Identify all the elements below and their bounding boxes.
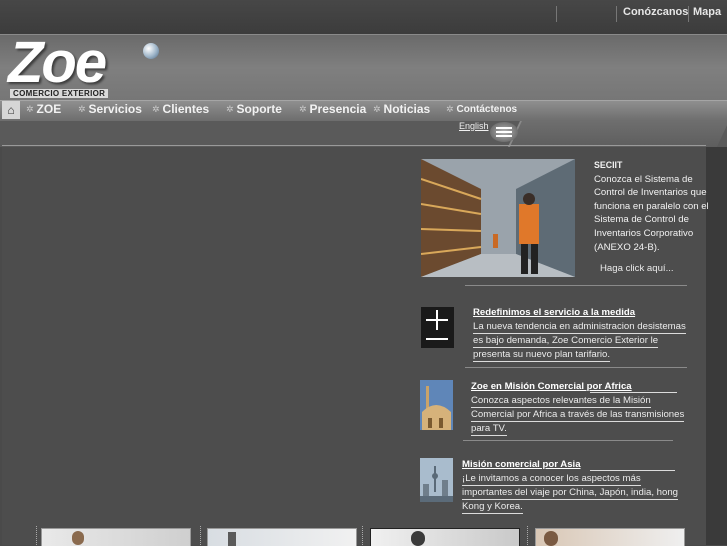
nav-item-presencia[interactable]: ✲ Presencia: [299, 102, 366, 116]
language-link-english[interactable]: English: [459, 121, 489, 131]
nav-label: Contáctenos: [456, 104, 518, 115]
flag-icon[interactable]: [490, 122, 518, 142]
thumbnail-2[interactable]: [207, 528, 357, 546]
nav-label: Presencia: [309, 102, 367, 116]
news-body: ¡Le invitamos a conocer los aspectos más…: [462, 472, 702, 514]
news-title[interactable]: Redefinimos el servicio a la medida: [473, 307, 635, 318]
news-line: es bajo demanda, Zoe Comercio Exterior l…: [473, 334, 659, 348]
mosque-photo[interactable]: [420, 380, 453, 430]
thumb-divider: [527, 526, 529, 545]
divider: [465, 367, 687, 368]
top-separator: [616, 6, 617, 22]
main-nav: ⌂ ✲ ZOE ✲ Servicios ✲ Clientes ✲ Soporte ✲ Pr…: [0, 100, 727, 122]
divider: [465, 285, 687, 286]
nav-label: Noticias: [383, 102, 431, 116]
star-icon: ✲: [226, 103, 234, 114]
top-separator: [688, 6, 689, 22]
nav-label: Soporte: [236, 102, 282, 116]
warehouse-image: [421, 159, 575, 277]
nav-label: Servicios: [88, 102, 142, 116]
promo-line: Conozca el Sistema de: [594, 173, 693, 185]
top-bar: Conózcanos Mapa: [0, 0, 727, 34]
news-line: Kong y Korea.: [462, 500, 523, 514]
top-separator: [556, 6, 557, 22]
nav-item-noticias[interactable]: ✲ Noticias: [373, 102, 430, 116]
news-line: presenta su nuevo plan tarifario.: [473, 348, 611, 362]
divider: [463, 440, 673, 441]
star-icon: ✲: [152, 103, 160, 114]
promo-heading: SECIIT: [594, 160, 623, 170]
news-body: Conozca aspectos relevantes de la Misión…: [462, 394, 702, 436]
promo-line: (ANEXO 24-B).: [594, 241, 660, 253]
logo-word: Zoe: [8, 30, 107, 95]
title-underline: [590, 392, 677, 393]
plus-minus-icon[interactable]: [421, 307, 454, 348]
star-icon: ✲: [446, 104, 454, 114]
news-body: La nueva tendencia en administracion des…: [464, 320, 694, 362]
nav-item-zoe[interactable]: ✲ ZOE: [26, 102, 61, 116]
star-icon: ✲: [26, 103, 34, 114]
nav-item-soporte[interactable]: ✲ Soporte: [226, 102, 282, 116]
news-title[interactable]: Misión comercial por Asia: [462, 459, 581, 470]
thumb-divider: [200, 526, 202, 545]
promo-line: Inventarios Corporativo: [594, 227, 694, 239]
top-link-conozcanos[interactable]: Conózcanos: [623, 6, 688, 18]
promo-more-link[interactable]: Haga click aquí...: [600, 263, 674, 274]
thumbnail-3[interactable]: [370, 528, 520, 546]
news-line: para TV.: [471, 422, 507, 436]
thumb-divider: [36, 526, 38, 545]
zoe-logo[interactable]: Zoe COMERCIO EXTERIOR: [8, 30, 168, 99]
news-line: La nueva tendencia en administracion des…: [473, 321, 686, 334]
skyline-photo[interactable]: [420, 458, 453, 502]
home-icon[interactable]: ⌂: [2, 101, 20, 119]
promo-line: funciona en paralelo con el: [594, 200, 709, 212]
warehouse-photo[interactable]: [421, 159, 575, 277]
news-line: importantes del viaje por China, Japón, …: [462, 486, 678, 500]
thumbnail-4[interactable]: [535, 528, 685, 546]
band-tab: [507, 121, 727, 147]
nav-item-servicios[interactable]: ✲ Servicios: [78, 102, 142, 116]
promo-line: Control de Inventarios que: [594, 187, 707, 199]
star-icon: ✲: [373, 103, 381, 114]
logo-subtitle: COMERCIO EXTERIOR: [10, 89, 109, 98]
nav-item-clientes[interactable]: ✲ Clientes: [152, 102, 209, 116]
star-icon: ✲: [78, 103, 86, 114]
news-line: Comercial por Africa a través de las tra…: [471, 408, 685, 422]
thumbnail-1[interactable]: [41, 528, 191, 546]
star-icon: ✲: [299, 103, 307, 114]
thumb-divider: [362, 526, 364, 545]
title-underline: [590, 470, 675, 471]
top-link-mapa[interactable]: Mapa: [693, 6, 721, 18]
logo-globe-icon: [143, 43, 159, 59]
sub-header-band: [0, 121, 727, 147]
promo-line: Sistema de Control de: [594, 214, 689, 226]
site-header: Zoe COMERCIO EXTERIOR: [0, 30, 727, 101]
news-title[interactable]: Zoe en Misión Comercial por Africa: [471, 381, 632, 392]
news-line: ¡Le invitamos a conocer los aspectos más: [462, 473, 641, 486]
nav-label: Clientes: [162, 102, 210, 116]
news-line: Conozca aspectos relevantes de la Misión: [471, 395, 651, 408]
nav-item-contactenos[interactable]: ✲ Contáctenos: [446, 104, 517, 115]
promo-text: SECIIT Conozca el Sistema de Control de …: [594, 159, 714, 254]
band-divider: [2, 145, 706, 146]
nav-label: ZOE: [36, 102, 62, 116]
